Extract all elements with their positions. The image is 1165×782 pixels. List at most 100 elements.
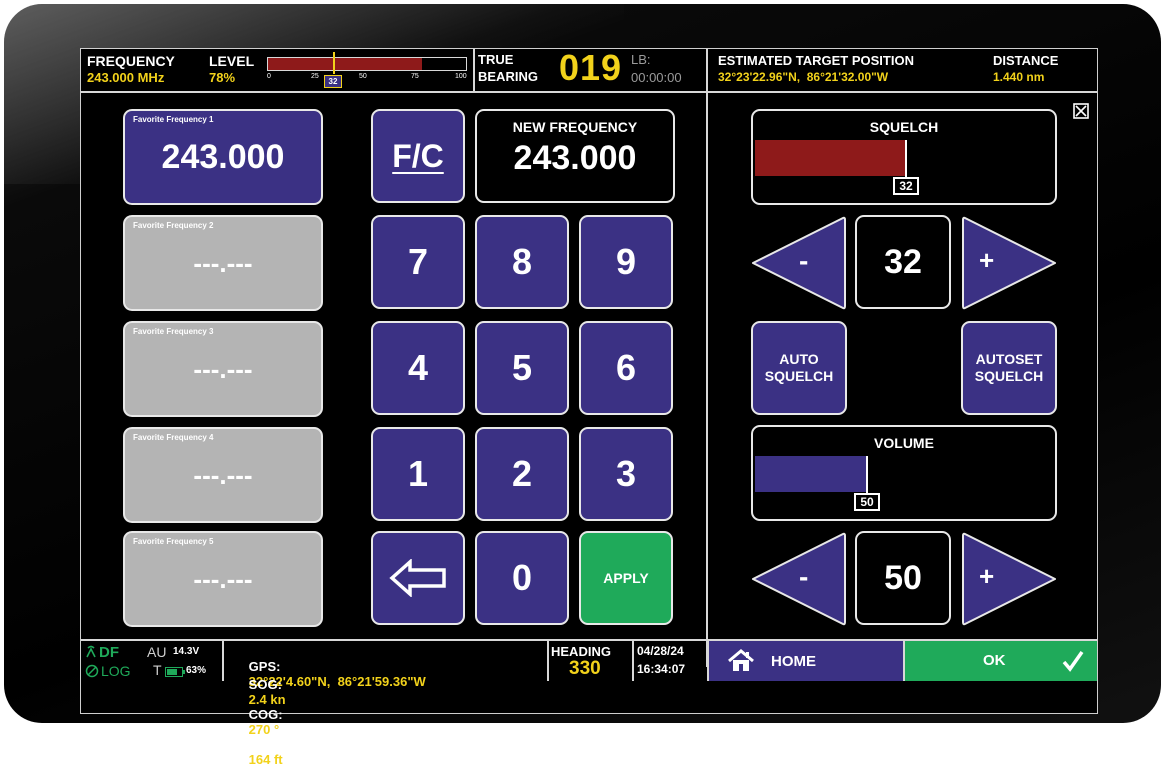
key-7[interactable]: 7 [371, 215, 465, 309]
header-divider-2 [706, 49, 708, 91]
df-label: DF [99, 643, 119, 661]
voltage-value: 14.3V [173, 646, 200, 657]
favorite-frequency-1[interactable]: Favorite Frequency 1 243.000 [123, 109, 323, 205]
volume-meter-fill [755, 456, 868, 492]
key-label: 0 [511, 557, 533, 598]
frequency-value: 243.000 MHz [87, 70, 165, 85]
time-value: 16:34:07 [637, 662, 686, 676]
header-divider-1 [473, 49, 475, 91]
auto-squelch-button[interactable]: AUTO SQUELCH [751, 321, 847, 415]
true-label: TRUE [478, 52, 514, 67]
auto-squelch-label: AUTO SQUELCH [764, 351, 834, 384]
fc-toggle-button[interactable]: F/C [371, 109, 465, 203]
distance-label: DISTANCE [993, 53, 1059, 68]
key-3[interactable]: 3 [579, 427, 673, 521]
volume-value: 50 [884, 558, 922, 597]
key-8[interactable]: 8 [475, 215, 569, 309]
key-label: 3 [615, 453, 637, 494]
key-9[interactable]: 9 [579, 215, 673, 309]
au-label: AU [147, 644, 167, 660]
squelch-increase-button[interactable] [961, 215, 1057, 311]
squelch-plus-label: + [979, 245, 995, 275]
main-divider [706, 91, 708, 667]
backspace-button[interactable] [371, 531, 465, 625]
squelch-meter-fill [755, 140, 907, 176]
ok-button[interactable]: OK [903, 641, 1097, 681]
volume-meter-panel: VOLUME 50 [751, 425, 1057, 521]
level-meter-marker-line [333, 52, 335, 74]
key-label: 7 [407, 241, 429, 282]
heading-label: HEADING [551, 644, 611, 659]
autoset-squelch-button[interactable]: AUTOSET SQUELCH [961, 321, 1057, 415]
squelch-value: 32 [884, 242, 922, 281]
apply-label: APPLY [603, 570, 649, 586]
cog-label: COG: [248, 707, 283, 722]
volume-meter-marker-box: 50 [854, 493, 880, 511]
no-log-icon [85, 664, 99, 678]
df-status: DF [85, 643, 119, 661]
volume-marker-value: 50 [860, 495, 874, 509]
squelch-marker-value: 32 [899, 179, 913, 193]
favorite-frequency-5[interactable]: Favorite Frequency 5 ---.--- [123, 531, 323, 627]
footer-divider-3 [632, 641, 634, 681]
level-tick-0: 0 [267, 73, 271, 80]
key-2[interactable]: 2 [475, 427, 569, 521]
checkmark-icon [1062, 650, 1084, 672]
favorite-frequency-2[interactable]: Favorite Frequency 2 ---.--- [123, 215, 323, 311]
squelch-meter-panel: SQUELCH 32 [751, 109, 1057, 205]
home-icon [728, 649, 754, 671]
log-status: LOG [85, 662, 131, 680]
level-meter-fill [268, 58, 422, 70]
distance-value: 1.440 nm [993, 70, 1045, 84]
squelch-meter-marker-box: 32 [893, 177, 919, 195]
frequency-label: FREQUENCY [87, 53, 175, 69]
volume-increase-button[interactable] [961, 531, 1057, 627]
alt-value: 164 ft [248, 752, 283, 767]
apply-button[interactable]: APPLY [579, 531, 673, 625]
key-label: 9 [615, 241, 637, 282]
close-checkbox-icon[interactable] [1073, 103, 1089, 119]
level-tick-25: 25 [311, 73, 319, 80]
footer-divider-2 [547, 641, 549, 681]
alt-label: ALT: [248, 737, 276, 752]
new-frequency-label: NEW FREQUENCY [512, 119, 638, 135]
battery-percent: 63% [186, 665, 207, 676]
home-button[interactable]: HOME [707, 641, 903, 681]
motion-line: SOG: 2.4 kn COG: 270 ° ALT: 164 ft [227, 662, 286, 782]
home-label: HOME [771, 652, 816, 670]
footer-divider-1 [222, 641, 224, 681]
sog-value: 2.4 kn [248, 692, 286, 707]
level-value: 78% [209, 70, 236, 85]
key-4[interactable]: 4 [371, 321, 465, 415]
fc-label: F/C [392, 137, 444, 174]
key-1[interactable]: 1 [371, 427, 465, 521]
volume-minus-label: - [799, 561, 809, 592]
key-label: 8 [511, 241, 533, 282]
t-label: T [153, 662, 162, 678]
bearing-label: BEARING [478, 69, 538, 84]
squelch-value-display: 32 [855, 215, 951, 309]
volume-meter-marker [866, 456, 868, 496]
sog-label: SOG: [248, 677, 282, 692]
log-label: LOG [101, 663, 131, 679]
key-label: 6 [615, 347, 637, 388]
squelch-meter-marker [905, 140, 907, 180]
favorite-value: ---.--- [193, 247, 253, 278]
lb-label: LB: [631, 52, 651, 67]
key-5[interactable]: 5 [475, 321, 569, 415]
ok-label: OK [983, 652, 1006, 669]
battery-icon [165, 667, 185, 677]
favorite-frequency-3[interactable]: Favorite Frequency 3 ---.--- [123, 321, 323, 417]
key-label: 5 [511, 347, 533, 388]
footer-bar: DF LOG AU 14.3V T 63% GPS: 32°22'4.60"N,… [81, 641, 1097, 767]
level-tick-50: 50 [359, 73, 367, 80]
header-bar: FREQUENCY 243.000 MHz LEVEL 78% 32 0 25 … [81, 47, 1097, 91]
level-tick-100: 100 [455, 73, 467, 80]
level-marker-box: 32 [324, 75, 342, 88]
favorite-frequency-4[interactable]: Favorite Frequency 4 ---.--- [123, 427, 323, 523]
key-6[interactable]: 6 [579, 321, 673, 415]
lb-time: 00:00:00 [631, 70, 682, 85]
bearing-value: 019 [559, 47, 623, 88]
key-0[interactable]: 0 [475, 531, 569, 625]
heading-value: 330 [569, 658, 601, 679]
